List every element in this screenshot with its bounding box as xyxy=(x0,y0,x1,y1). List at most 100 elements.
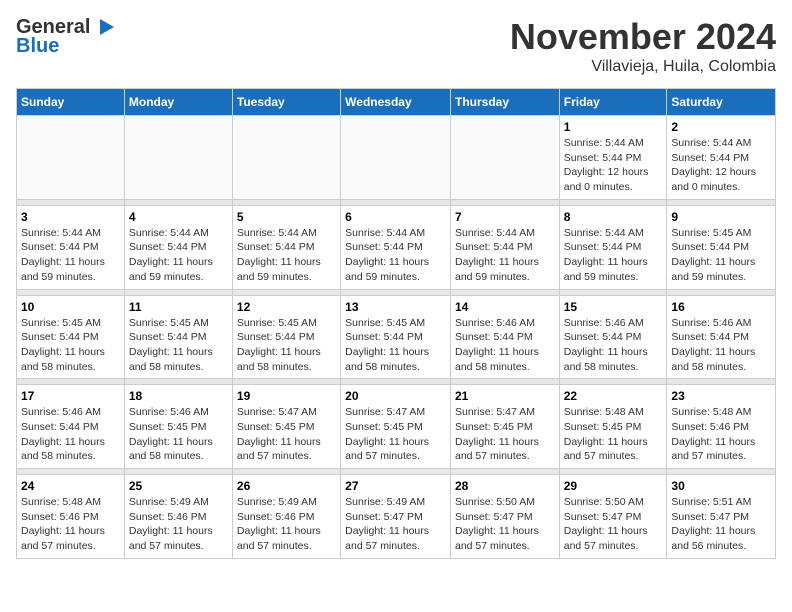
day-number: 15 xyxy=(564,300,663,314)
day-number: 13 xyxy=(345,300,446,314)
day-number: 7 xyxy=(455,210,555,224)
day-info: Sunrise: 5:44 AMSunset: 5:44 PMDaylight:… xyxy=(21,226,120,285)
header-monday: Monday xyxy=(124,89,232,116)
day-number: 10 xyxy=(21,300,120,314)
calendar-cell: 30 Sunrise: 5:51 AMSunset: 5:47 PMDayligh… xyxy=(667,475,776,559)
day-number: 5 xyxy=(237,210,336,224)
day-number: 12 xyxy=(237,300,336,314)
calendar-week-row: 3 Sunrise: 5:44 AMSunset: 5:44 PMDaylight… xyxy=(17,205,776,289)
calendar-cell: 4 Sunrise: 5:44 AMSunset: 5:44 PMDaylight… xyxy=(124,205,232,289)
day-number: 20 xyxy=(345,389,446,403)
calendar-cell: 3 Sunrise: 5:44 AMSunset: 5:44 PMDaylight… xyxy=(17,205,125,289)
day-info: Sunrise: 5:49 AMSunset: 5:46 PMDaylight:… xyxy=(237,495,336,554)
calendar-cell: 16 Sunrise: 5:46 AMSunset: 5:44 PMDayligh… xyxy=(667,295,776,379)
day-info: Sunrise: 5:44 AMSunset: 5:44 PMDaylight:… xyxy=(564,136,663,195)
calendar-cell xyxy=(124,116,232,200)
calendar-cell: 6 Sunrise: 5:44 AMSunset: 5:44 PMDaylight… xyxy=(341,205,451,289)
day-number: 3 xyxy=(21,210,120,224)
logo: General Blue xyxy=(16,16,114,58)
day-number: 4 xyxy=(129,210,228,224)
calendar-cell: 11 Sunrise: 5:45 AMSunset: 5:44 PMDayligh… xyxy=(124,295,232,379)
day-number: 27 xyxy=(345,479,446,493)
day-info: Sunrise: 5:46 AMSunset: 5:44 PMDaylight:… xyxy=(564,316,663,375)
calendar-cell: 17Sunrise: 5:46 AMSunset: 5:44 PMDayligh… xyxy=(17,385,125,469)
calendar-week-row: 17Sunrise: 5:46 AMSunset: 5:44 PMDayligh… xyxy=(17,385,776,469)
day-number: 1 xyxy=(564,120,663,134)
calendar-cell xyxy=(450,116,559,200)
day-info: Sunrise: 5:44 AMSunset: 5:44 PMDaylight:… xyxy=(455,226,555,285)
day-number: 23 xyxy=(671,389,771,403)
page-header: General Blue November 2024 Villavieja, H… xyxy=(16,16,776,76)
day-info: Sunrise: 5:45 AMSunset: 5:44 PMDaylight:… xyxy=(129,316,228,375)
day-number: 26 xyxy=(237,479,336,493)
day-info: Sunrise: 5:44 AMSunset: 5:44 PMDaylight:… xyxy=(129,226,228,285)
day-info: Sunrise: 5:48 AMSunset: 5:46 PMDaylight:… xyxy=(671,405,771,464)
day-info: Sunrise: 5:49 AMSunset: 5:47 PMDaylight:… xyxy=(345,495,446,554)
day-info: Sunrise: 5:51 AMSunset: 5:47 PMDaylight:… xyxy=(671,495,771,554)
calendar-cell: 8 Sunrise: 5:44 AMSunset: 5:44 PMDaylight… xyxy=(559,205,667,289)
day-info: Sunrise: 5:46 AMSunset: 5:44 PMDaylight:… xyxy=(455,316,555,375)
day-info: Sunrise: 5:46 AMSunset: 5:44 PMDaylight:… xyxy=(671,316,771,375)
day-number: 8 xyxy=(564,210,663,224)
calendar-cell: 9Sunrise: 5:45 AMSunset: 5:44 PMDaylight… xyxy=(667,205,776,289)
day-info: Sunrise: 5:44 AMSunset: 5:44 PMDaylight:… xyxy=(345,226,446,285)
calendar-week-row: 10 Sunrise: 5:45 AMSunset: 5:44 PMDayligh… xyxy=(17,295,776,379)
day-number: 28 xyxy=(455,479,555,493)
day-info: Sunrise: 5:44 AMSunset: 5:44 PMDaylight:… xyxy=(671,136,771,195)
calendar-cell: 20Sunrise: 5:47 AMSunset: 5:45 PMDayligh… xyxy=(341,385,451,469)
calendar-cell: 14Sunrise: 5:46 AMSunset: 5:44 PMDayligh… xyxy=(450,295,559,379)
calendar-cell: 2 Sunrise: 5:44 AMSunset: 5:44 PMDaylight… xyxy=(667,116,776,200)
day-info: Sunrise: 5:46 AMSunset: 5:45 PMDaylight:… xyxy=(129,405,228,464)
calendar-cell: 13Sunrise: 5:45 AMSunset: 5:44 PMDayligh… xyxy=(341,295,451,379)
calendar-cell: 1 Sunrise: 5:44 AMSunset: 5:44 PMDaylight… xyxy=(559,116,667,200)
calendar-cell xyxy=(341,116,451,200)
calendar-cell: 28 Sunrise: 5:50 AMSunset: 5:47 PMDayligh… xyxy=(450,475,559,559)
title-block: November 2024 Villavieja, Huila, Colombi… xyxy=(510,16,776,76)
calendar-cell: 7 Sunrise: 5:44 AMSunset: 5:44 PMDaylight… xyxy=(450,205,559,289)
header-friday: Friday xyxy=(559,89,667,116)
day-number: 2 xyxy=(671,120,771,134)
calendar-cell: 24 Sunrise: 5:48 AMSunset: 5:46 PMDayligh… xyxy=(17,475,125,559)
day-number: 16 xyxy=(671,300,771,314)
day-number: 17 xyxy=(21,389,120,403)
calendar-cell: 18Sunrise: 5:46 AMSunset: 5:45 PMDayligh… xyxy=(124,385,232,469)
calendar-cell: 29Sunrise: 5:50 AMSunset: 5:47 PMDayligh… xyxy=(559,475,667,559)
calendar-cell: 5 Sunrise: 5:44 AMSunset: 5:44 PMDaylight… xyxy=(232,205,340,289)
day-number: 9 xyxy=(671,210,771,224)
day-info: Sunrise: 5:45 AMSunset: 5:44 PMDaylight:… xyxy=(21,316,120,375)
calendar-table: Sunday Monday Tuesday Wednesday Thursday… xyxy=(16,88,776,559)
day-info: Sunrise: 5:47 AMSunset: 5:45 PMDaylight:… xyxy=(237,405,336,464)
day-number: 6 xyxy=(345,210,446,224)
calendar-cell: 15 Sunrise: 5:46 AMSunset: 5:44 PMDayligh… xyxy=(559,295,667,379)
logo-icon xyxy=(92,19,114,37)
day-info: Sunrise: 5:50 AMSunset: 5:47 PMDaylight:… xyxy=(455,495,555,554)
day-info: Sunrise: 5:48 AMSunset: 5:45 PMDaylight:… xyxy=(564,405,663,464)
calendar-cell: 22 Sunrise: 5:48 AMSunset: 5:45 PMDayligh… xyxy=(559,385,667,469)
calendar-cell: 19 Sunrise: 5:47 AMSunset: 5:45 PMDayligh… xyxy=(232,385,340,469)
day-info: Sunrise: 5:45 AMSunset: 5:44 PMDaylight:… xyxy=(237,316,336,375)
calendar-cell: 23 Sunrise: 5:48 AMSunset: 5:46 PMDayligh… xyxy=(667,385,776,469)
calendar-week-row: 24 Sunrise: 5:48 AMSunset: 5:46 PMDayligh… xyxy=(17,475,776,559)
calendar-header-row: Sunday Monday Tuesday Wednesday Thursday… xyxy=(17,89,776,116)
day-info: Sunrise: 5:49 AMSunset: 5:46 PMDaylight:… xyxy=(129,495,228,554)
day-info: Sunrise: 5:50 AMSunset: 5:47 PMDaylight:… xyxy=(564,495,663,554)
day-number: 25 xyxy=(129,479,228,493)
header-wednesday: Wednesday xyxy=(341,89,451,116)
day-number: 19 xyxy=(237,389,336,403)
day-number: 30 xyxy=(671,479,771,493)
day-info: Sunrise: 5:48 AMSunset: 5:46 PMDaylight:… xyxy=(21,495,120,554)
calendar-cell: 27 Sunrise: 5:49 AMSunset: 5:47 PMDayligh… xyxy=(341,475,451,559)
day-info: Sunrise: 5:44 AMSunset: 5:44 PMDaylight:… xyxy=(564,226,663,285)
calendar-cell: 26 Sunrise: 5:49 AMSunset: 5:46 PMDayligh… xyxy=(232,475,340,559)
day-number: 11 xyxy=(129,300,228,314)
month-title: November 2024 xyxy=(510,16,776,58)
header-thursday: Thursday xyxy=(450,89,559,116)
day-info: Sunrise: 5:47 AMSunset: 5:45 PMDaylight:… xyxy=(455,405,555,464)
calendar-cell xyxy=(232,116,340,200)
calendar-cell: 25 Sunrise: 5:49 AMSunset: 5:46 PMDayligh… xyxy=(124,475,232,559)
header-tuesday: Tuesday xyxy=(232,89,340,116)
day-info: Sunrise: 5:44 AMSunset: 5:44 PMDaylight:… xyxy=(237,226,336,285)
day-number: 24 xyxy=(21,479,120,493)
day-number: 22 xyxy=(564,389,663,403)
calendar-cell xyxy=(17,116,125,200)
